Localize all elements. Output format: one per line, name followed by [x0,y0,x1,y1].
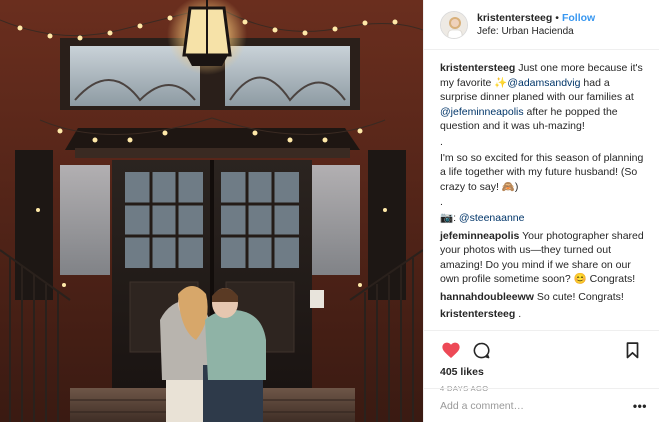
likes-count[interactable]: 405 likes [440,366,643,378]
comment-text: So cute! Congrats! [533,290,624,303]
header-username-link[interactable]: kristentersteeg [477,12,552,24]
mention-link[interactable]: @adamsandvig [507,77,580,89]
comment-text: . [515,308,522,320]
avatar-image [441,11,467,38]
save-button[interactable] [621,339,643,361]
heart-icon [442,342,460,358]
comments-list[interactable]: kristentersteeg Just one more because it… [424,50,659,330]
instagram-post: kristentersteeg • Follow Jefe: Urban Hacie… [0,0,659,422]
list-item: kristentersteeg . [440,307,647,322]
comment-username[interactable]: hannahdoubleeww [440,291,534,303]
caption: kristentersteeg Just one more because it… [440,61,647,134]
more-options-button[interactable]: ••• [633,399,647,413]
comment-input[interactable] [440,399,633,412]
post-header: kristentersteeg • Follow Jefe: Urban Hacie… [424,0,659,50]
sparkle-emoji: ✨ [494,76,508,89]
post-side-panel: kristentersteeg • Follow Jefe: Urban Hacie… [423,0,659,422]
list-item: jefeminneapolis Your photographer shared… [440,229,647,287]
add-comment-bar: ••• [424,388,659,422]
follow-button[interactable]: Follow [562,12,595,24]
comment-username[interactable]: jefeminneapolis [440,230,519,242]
caption-dot: . [440,135,443,148]
location-link[interactable]: Jefe: Urban Hacienda [477,25,595,39]
header-separator: • [555,11,559,24]
post-photo[interactable] [0,0,423,422]
post-photo-image [0,0,423,422]
header-top-line: kristentersteeg • Follow [477,11,595,25]
comment-icon [473,342,489,358]
caption-dot: . [440,196,443,208]
mention-link[interactable]: @jefeminneapolis [440,106,524,118]
photo-credit: 📷: @steenaanne [440,211,647,226]
camera-icon: 📷 [440,212,454,224]
mention-link[interactable]: @steenaanne [459,212,525,224]
avatar[interactable] [440,10,468,39]
action-row [440,337,643,363]
like-button[interactable] [440,339,462,361]
header-text: kristentersteeg • Follow Jefe: Urban Hacie… [477,11,595,39]
list-item: hannahdoubleeww So cute! Congrats! [440,290,647,305]
caption-paragraph: I'm so so excited for this season of pla… [440,151,644,193]
comment-username[interactable]: kristentersteeg [440,308,515,320]
caption-username[interactable]: kristentersteeg [440,62,515,74]
bookmark-icon [626,341,638,358]
comment-button[interactable] [470,339,492,361]
